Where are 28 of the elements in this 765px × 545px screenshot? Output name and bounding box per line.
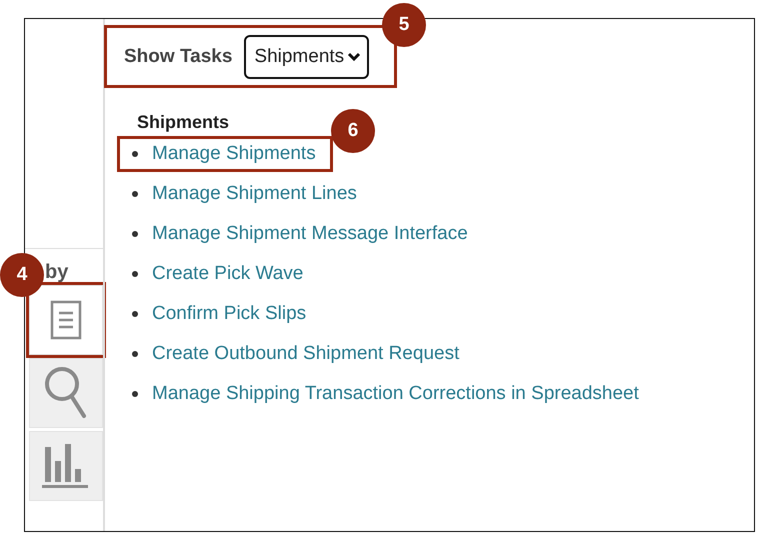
task-link[interactable]: Manage Shipping Transaction Corrections in Spreadsheet — [152, 383, 639, 405]
bullet-icon — [132, 391, 138, 397]
task-link[interactable]: Create Outbound Shipment Request — [152, 343, 460, 365]
side-tab[interactable] — [29, 431, 103, 501]
bullet-icon — [132, 231, 138, 237]
task-link[interactable]: Confirm Pick Slips — [152, 303, 306, 325]
partial-label: by — [44, 260, 70, 285]
task-link[interactable]: Create Pick Wave — [152, 263, 304, 285]
bullet-icon — [132, 191, 138, 197]
search-icon — [44, 366, 88, 420]
step-badge: 4 — [0, 253, 44, 297]
side-tab[interactable] — [29, 358, 103, 428]
bullet-icon — [132, 351, 138, 357]
document-icon — [50, 300, 82, 340]
task-link[interactable]: Manage Shipment Message Interface — [152, 223, 468, 245]
bullet-icon — [132, 311, 138, 317]
step-badge: 6 — [331, 109, 375, 153]
side-tab[interactable] — [29, 285, 103, 355]
bullet-icon — [132, 271, 138, 277]
task-dropdown[interactable]: Shipments — [244, 34, 370, 78]
step-badge: 5 — [382, 3, 426, 47]
bar-chart-icon — [42, 442, 90, 490]
bullet-icon — [132, 151, 138, 157]
section-heading: Shipments — [137, 112, 230, 133]
show-tasks-label: Show Tasks — [124, 46, 232, 68]
task-link[interactable]: Manage Shipments — [152, 143, 316, 165]
chevron-down-icon — [347, 52, 362, 62]
task-link[interactable]: Manage Shipment Lines — [152, 183, 357, 205]
